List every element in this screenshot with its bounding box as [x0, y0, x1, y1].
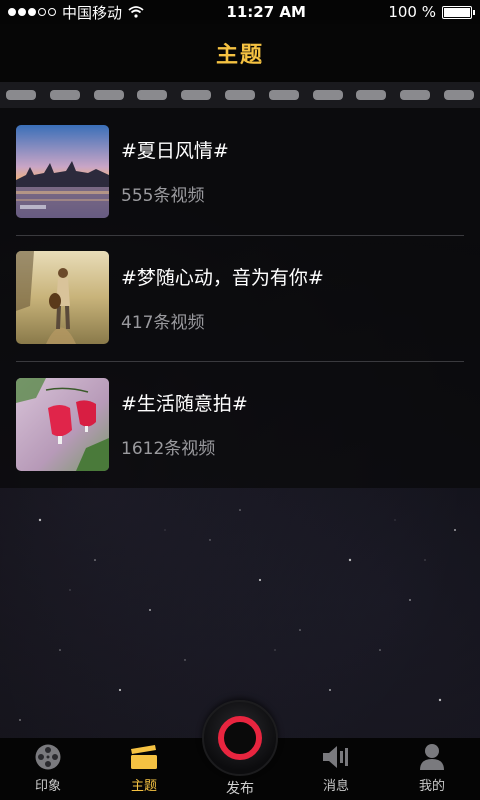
topic-item[interactable]: #生活随意拍# 1612条视频 [0, 361, 480, 488]
record-button[interactable] [202, 700, 278, 776]
record-ring-icon [218, 716, 262, 760]
red-flower-image [16, 377, 109, 471]
battery-percent: 100 % [388, 3, 436, 21]
guitar-girl-image [16, 251, 109, 345]
topic-title: #梦随心动，音为有你# [121, 266, 324, 289]
publish-button[interactable]: 发布 [192, 700, 288, 800]
topic-video-count: 555条视频 [121, 186, 205, 207]
tab-label: 印象 [34, 779, 61, 794]
topic-item[interactable]: #夏日风情# 555条视频 [0, 108, 480, 235]
film-reel-icon [33, 743, 63, 771]
topic-text: #梦随心动，音为有你# 417条视频 [121, 263, 324, 333]
nav-bar: 主题 [0, 24, 480, 82]
tab-label: 主题 [130, 779, 157, 794]
tab-topics[interactable]: 主题 [96, 743, 192, 794]
topic-video-count: 1612条视频 [121, 439, 216, 460]
topic-text: #生活随意拍# 1612条视频 [121, 389, 248, 459]
tab-messages[interactable]: 消息 [288, 743, 384, 794]
publish-label: 发布 [226, 781, 254, 797]
tab-impression[interactable]: 印象 [0, 743, 96, 794]
status-bar: 中国移动 11:27 AM 100 % [0, 0, 480, 24]
battery-icon [442, 5, 475, 19]
status-left: 中国移动 [8, 2, 144, 23]
carrier-name: 中国移动 [62, 3, 123, 22]
tab-label: 消息 [322, 779, 349, 794]
topic-text: #夏日风情# 555条视频 [121, 136, 229, 206]
user-icon [417, 743, 447, 771]
clapperboard-icon [129, 743, 159, 771]
topic-title: #生活随意拍# [121, 393, 248, 416]
tab-profile[interactable]: 我的 [384, 743, 480, 794]
wifi-icon [128, 6, 144, 18]
page-title: 主题 [215, 43, 264, 68]
tab-label: 我的 [418, 779, 445, 794]
city-sunset-image [16, 124, 109, 218]
status-time: 11:27 AM [226, 3, 306, 21]
status-right: 100 % [388, 3, 475, 21]
topic-title: #夏日风情# [121, 140, 229, 163]
topic-item[interactable]: #梦随心动，音为有你# 417条视频 [0, 234, 480, 362]
speaker-icon [321, 743, 351, 771]
topic-video-count: 417条视频 [121, 312, 205, 333]
signal-strength-icon [8, 8, 56, 16]
film-strip-divider [0, 82, 480, 108]
topic-list: #夏日风情# 555条视频 #梦随心动，音为有你# 417条视频 #生活随意拍#… [0, 108, 480, 488]
app-screen: 中国移动 11:27 AM 100 % 主题 #夏日风情# 555条视频 #梦随… [0, 0, 480, 800]
